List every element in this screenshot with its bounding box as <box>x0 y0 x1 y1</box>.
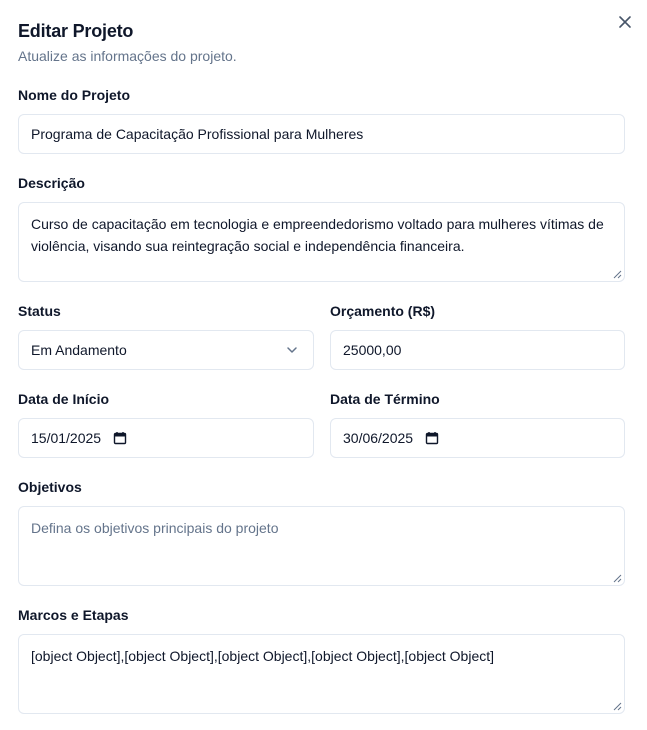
resize-grip-icon[interactable] <box>613 270 622 279</box>
end-date-value: 30/06/2025 <box>343 430 414 446</box>
start-date-input[interactable]: 15/01/2025 <box>18 418 314 458</box>
dialog-subtitle: Atualize as informações do projeto. <box>18 48 237 64</box>
project-name-label: Nome do Projeto <box>18 87 131 103</box>
calendar-icon[interactable] <box>113 431 127 445</box>
objectives-placeholder: Defina os objetivos principais do projet… <box>31 520 279 536</box>
calendar-icon[interactable] <box>425 431 439 445</box>
status-value: Em Andamento <box>31 342 127 358</box>
budget-input[interactable]: 25000,00 <box>330 330 625 370</box>
objectives-textarea[interactable]: Defina os objetivos principais do projet… <box>18 506 625 586</box>
project-name-input[interactable]: Programa de Capacitação Profissional par… <box>18 114 625 154</box>
status-label: Status <box>18 303 61 319</box>
milestones-label: Marcos e Etapas <box>18 607 129 623</box>
objectives-label: Objetivos <box>18 479 82 495</box>
milestones-value: [object Object],[object Object],[object … <box>31 648 495 664</box>
end-date-input[interactable]: 30/06/2025 <box>330 418 625 458</box>
close-icon <box>619 16 631 28</box>
end-date-label: Data de Término <box>330 391 440 407</box>
start-date-label: Data de Início <box>18 391 110 407</box>
milestones-textarea[interactable]: [object Object],[object Object],[object … <box>18 634 625 714</box>
start-date-value: 15/01/2025 <box>31 430 102 446</box>
close-button[interactable] <box>616 13 634 31</box>
resize-grip-icon[interactable] <box>613 574 622 583</box>
budget-label: Orçamento (R$) <box>330 303 436 319</box>
resize-grip-icon[interactable] <box>613 702 622 711</box>
chevron-down-icon <box>287 347 297 353</box>
project-name-value: Programa de Capacitação Profissional par… <box>31 126 364 142</box>
description-value: Curso de capacitação em tecnologia e emp… <box>31 216 604 254</box>
edit-project-dialog: Editar Projeto Atualize as informações d… <box>0 0 647 730</box>
status-select[interactable]: Em Andamento <box>18 330 314 370</box>
description-label: Descrição <box>18 175 85 191</box>
budget-value: 25000,00 <box>343 342 402 358</box>
description-textarea[interactable]: Curso de capacitação em tecnologia e emp… <box>18 202 625 282</box>
dialog-title: Editar Projeto <box>18 21 134 41</box>
